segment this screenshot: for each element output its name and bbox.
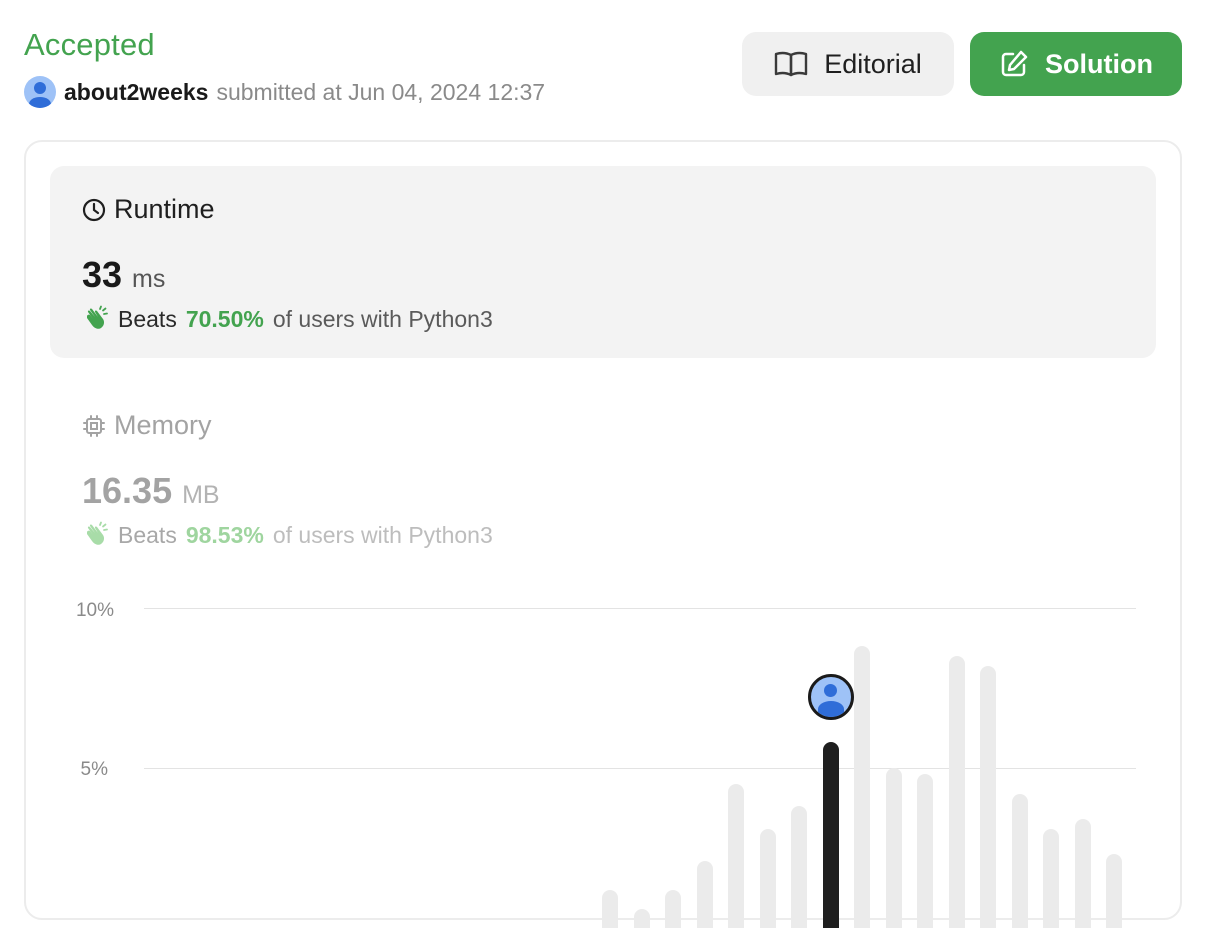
avatar[interactable] bbox=[24, 76, 56, 108]
your-submission-avatar-marker[interactable] bbox=[807, 674, 854, 721]
submitted-at-text: submitted at Jun 04, 2024 12:37 bbox=[216, 78, 546, 105]
username-link[interactable]: about2weeks bbox=[64, 79, 208, 106]
submission-info: about2weeks submitted at Jun 04, 2024 12… bbox=[24, 76, 545, 108]
solution-label: Solution bbox=[1045, 48, 1153, 79]
runtime-title: Runtime bbox=[82, 194, 215, 225]
distribution-bar[interactable] bbox=[633, 908, 650, 928]
clap-icon bbox=[87, 521, 108, 545]
solution-button[interactable]: Solution bbox=[970, 32, 1182, 96]
y-tick-10: 10% bbox=[75, 600, 114, 621]
distribution-bar[interactable] bbox=[1074, 819, 1091, 928]
book-icon bbox=[775, 51, 808, 77]
chip-icon bbox=[83, 414, 105, 437]
memory-beats-percent: 98.53% bbox=[185, 521, 264, 548]
runtime-number: 33 bbox=[82, 254, 123, 295]
memory-label: Memory bbox=[114, 410, 212, 440]
clock-icon bbox=[82, 198, 106, 221]
editorial-button[interactable]: Editorial bbox=[742, 32, 954, 96]
distribution-bar[interactable] bbox=[917, 774, 933, 928]
distribution-bar[interactable] bbox=[885, 768, 902, 928]
memory-value: 16.35 MB bbox=[82, 470, 220, 512]
edit-icon bbox=[1001, 50, 1028, 77]
runtime-beats-suffix: of users with Python3 bbox=[272, 305, 493, 332]
gridline-10 bbox=[144, 608, 1136, 609]
distribution-bar[interactable] bbox=[980, 665, 996, 928]
y-tick-5: 5% bbox=[80, 759, 108, 780]
runtime-label: Runtime bbox=[114, 194, 215, 224]
runtime-beats: Beats 70.50% of users with Python3 bbox=[82, 305, 493, 333]
distribution-bar[interactable] bbox=[728, 784, 744, 928]
memory-number: 16.35 bbox=[82, 470, 173, 511]
runtime-value: 33 ms bbox=[82, 254, 165, 296]
bar-your-submission[interactable] bbox=[822, 742, 839, 928]
distribution-bar[interactable] bbox=[602, 889, 618, 928]
distribution-bar[interactable] bbox=[854, 646, 870, 928]
clap-icon bbox=[87, 305, 108, 329]
runtime-unit: ms bbox=[132, 265, 166, 293]
memory-beats-suffix: of users with Python3 bbox=[272, 521, 493, 548]
runtime-beats-percent: 70.50% bbox=[185, 305, 264, 332]
memory-beats-prefix: Beats bbox=[118, 521, 177, 548]
memory-beats: Beats 98.53% of users with Python3 bbox=[82, 521, 493, 549]
distribution-bar[interactable] bbox=[791, 806, 807, 928]
distribution-bar[interactable] bbox=[759, 828, 776, 928]
memory-title[interactable]: Memory bbox=[82, 410, 212, 441]
distribution-bar[interactable] bbox=[696, 860, 713, 928]
distribution-bar[interactable] bbox=[1043, 828, 1059, 928]
distribution-bar[interactable] bbox=[1106, 854, 1122, 928]
submission-status: Accepted bbox=[24, 27, 155, 62]
runtime-beats-prefix: Beats bbox=[118, 305, 177, 332]
distribution-bar[interactable] bbox=[1011, 793, 1028, 928]
memory-unit: MB bbox=[182, 481, 220, 509]
distribution-bar[interactable] bbox=[948, 656, 965, 928]
distribution-bar[interactable] bbox=[665, 889, 681, 928]
editorial-label: Editorial bbox=[824, 48, 922, 79]
